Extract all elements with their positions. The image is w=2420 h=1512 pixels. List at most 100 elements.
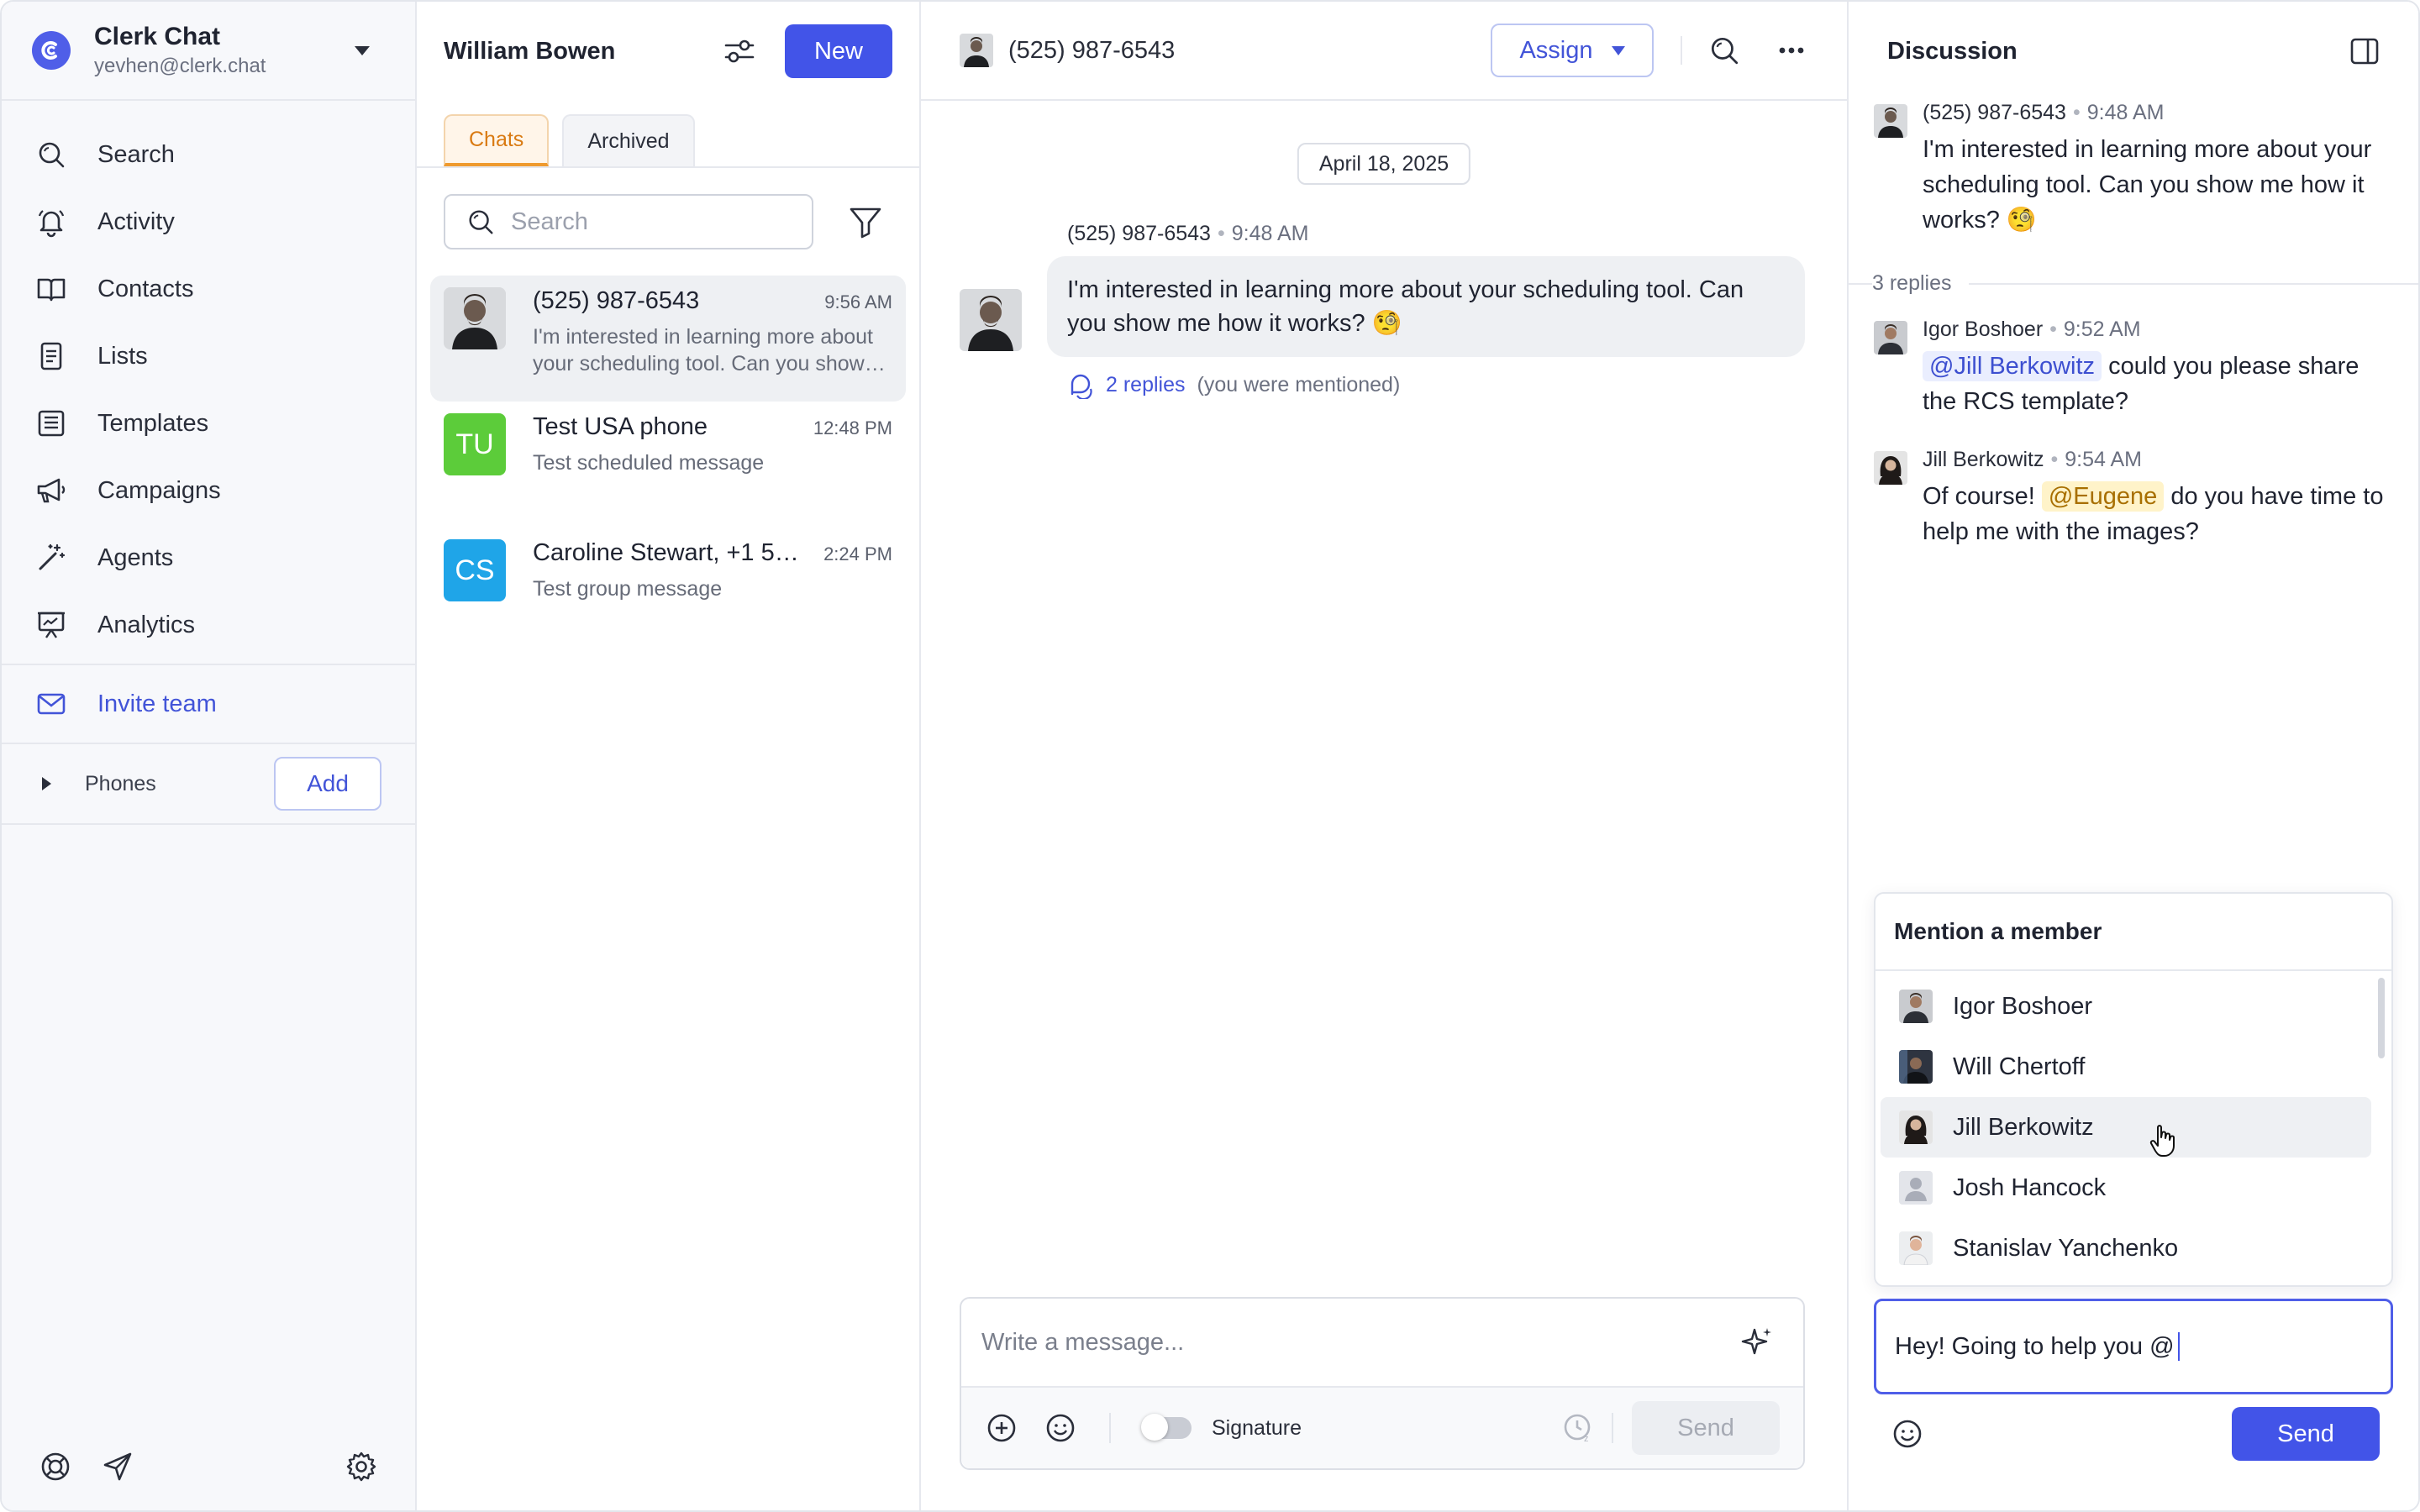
contact-avatar: TU xyxy=(444,413,506,475)
new-conversation-button[interactable]: New xyxy=(785,24,892,78)
default-avatar-icon xyxy=(1899,1171,1933,1205)
conversation-name: (525) 987-6543 xyxy=(533,287,700,314)
search-input[interactable] xyxy=(511,207,763,236)
message-input[interactable] xyxy=(981,1328,1739,1357)
nav-item-agents[interactable]: Agents xyxy=(2,524,415,591)
send-reply-button[interactable]: Send xyxy=(2232,1407,2380,1461)
filter-funnel-icon[interactable] xyxy=(847,203,884,240)
conversation-time: 12:48 PM xyxy=(813,417,892,438)
conversation-time: 2:24 PM xyxy=(823,543,892,564)
chevron-down-icon[interactable] xyxy=(355,45,370,55)
thread-icon xyxy=(1071,374,1092,399)
member-name: Josh Hancock xyxy=(1953,1173,2107,1201)
conversation-preview: Test group message xyxy=(533,577,723,601)
conversation-item[interactable]: TU Test USA phone 12:48 PM Test schedule… xyxy=(430,402,906,528)
thread-replies: 2 replies (you were mentioned) xyxy=(1067,370,1805,399)
chat-panel: (525) 987-6543 Assign April 18, 2025 (52… xyxy=(921,2,1849,1510)
scrollbar[interactable] xyxy=(2378,978,2385,1058)
conversation-item[interactable]: CS Caroline Stewart, +1 555-123-4567 2:2… xyxy=(430,528,906,654)
contact-avatar: CS xyxy=(444,539,506,601)
conversation-list-header: William Bowen New xyxy=(417,2,919,101)
ai-sparkle-icon[interactable] xyxy=(1739,1325,1775,1360)
reply-input[interactable]: Hey! Going to help you @ xyxy=(1874,1299,2393,1394)
nav-label: Campaigns xyxy=(97,476,221,504)
search-icon xyxy=(39,142,65,168)
sidebar-footer xyxy=(2,1441,415,1492)
member-option[interactable]: Stanislav Yanchenko xyxy=(1881,1218,2371,1278)
workspace-switcher[interactable]: Clerk Chat yevhen@clerk.chat xyxy=(2,2,415,101)
member-option[interactable]: Josh Hancock xyxy=(1881,1158,2371,1218)
member-avatar xyxy=(1899,990,1933,1023)
nav-label: Lists xyxy=(97,342,148,370)
discussion-title: Discussion xyxy=(1887,37,2018,65)
discussion-header: Discussion xyxy=(1849,2,2418,101)
search-icon xyxy=(469,210,493,234)
member-option[interactable]: Igor Boshoer xyxy=(1881,976,2371,1037)
message-time: 9:48 AM xyxy=(1231,222,1309,245)
nav-item-lists[interactable]: Lists xyxy=(2,323,415,390)
nav-item-activity[interactable]: Activity xyxy=(2,188,415,255)
member-name: Will Chertoff xyxy=(1953,1053,2086,1080)
conversation-item[interactable]: (525) 987-6543 9:56 AM I'm interested in… xyxy=(430,276,906,402)
add-attachment-icon[interactable] xyxy=(985,1411,1018,1445)
replies-link[interactable]: 2 replies xyxy=(1106,373,1186,397)
message-time: 9:54 AM xyxy=(2065,448,2142,471)
nav-item-templates[interactable]: Templates xyxy=(2,390,415,457)
gear-icon[interactable] xyxy=(345,1450,378,1483)
conversation-preview: I'm interested in learning more about yo… xyxy=(533,325,873,375)
send-feedback-icon[interactable] xyxy=(101,1450,134,1483)
invite-team-link[interactable]: Invite team xyxy=(2,665,415,743)
more-options-icon[interactable] xyxy=(1775,34,1808,67)
mention-tag[interactable]: @Eugene xyxy=(2041,481,2165,512)
nav-label: Search xyxy=(97,140,175,168)
chat-title: (525) 987-6543 xyxy=(1008,36,1176,64)
sender-avatar xyxy=(960,289,1022,351)
signature-toggle[interactable] xyxy=(1141,1414,1192,1441)
nav-label: Contacts xyxy=(97,275,194,302)
search-icon[interactable] xyxy=(1707,34,1741,67)
thread-reply: Igor Boshoer • 9:52 AM @Jill Berkowitz cou… xyxy=(1849,318,2418,419)
emoji-icon[interactable] xyxy=(1044,1411,1077,1445)
message-text: I'm interested in learning more about yo… xyxy=(1923,136,2372,234)
assign-button[interactable]: Assign xyxy=(1491,24,1654,77)
member-option[interactable]: Jill Berkowitz xyxy=(1881,1097,2371,1158)
member-list: Igor Boshoer Will Chertoff Jill Berkowit… xyxy=(1876,971,2391,1278)
conversation-list-panel: William Bowen New Chats Archived (525) 9… xyxy=(417,2,921,1510)
nav-item-campaigns[interactable]: Campaigns xyxy=(2,457,415,524)
message-time: 9:52 AM xyxy=(2063,318,2141,341)
reply-input-value: Hey! Going to help you @ xyxy=(1895,1332,2175,1360)
member-option[interactable]: Will Chertoff xyxy=(1881,1037,2371,1097)
nav-label: Agents xyxy=(97,543,174,571)
date-divider: April 18, 2025 xyxy=(1297,143,1471,185)
expand-caret-icon[interactable] xyxy=(42,777,51,790)
template-icon xyxy=(38,410,65,437)
lifebuoy-icon[interactable] xyxy=(39,1450,72,1483)
discussion-panel: Discussion (525) 987-6543 • 9:48 AM I'm in… xyxy=(1849,2,2418,1510)
mention-note: (you were mentioned) xyxy=(1197,372,1401,396)
message-time: 9:48 AM xyxy=(2086,101,2165,124)
panel-toggle-icon[interactable] xyxy=(2348,34,2381,68)
member-name: Jill Berkowitz xyxy=(1953,1113,2094,1141)
presentation-icon xyxy=(38,612,65,638)
bell-icon xyxy=(38,210,65,238)
sliders-icon[interactable] xyxy=(723,34,756,68)
message: (525) 987-6543 • 9:48 AM I'm interested in… xyxy=(960,222,1805,399)
tab-archived[interactable]: Archived xyxy=(562,114,695,166)
nav-item-analytics[interactable]: Analytics xyxy=(2,591,415,659)
nav-label: Templates xyxy=(97,409,209,437)
book-icon xyxy=(37,278,66,302)
emoji-icon[interactable] xyxy=(1891,1417,1924,1451)
mention-tag[interactable]: @Jill Berkowitz xyxy=(1923,351,2102,381)
message-composer: Signature z Send xyxy=(960,1297,1805,1470)
nav-item-contacts[interactable]: Contacts xyxy=(2,255,415,323)
add-phone-button[interactable]: Add xyxy=(274,757,381,811)
member-avatar xyxy=(1899,1050,1933,1084)
nav-item-search[interactable]: Search xyxy=(2,121,415,188)
contact-avatar xyxy=(960,34,993,67)
clerk-logo-icon xyxy=(32,31,71,70)
send-button-disabled[interactable]: Send xyxy=(1632,1401,1780,1455)
schedule-clock-icon[interactable]: z xyxy=(1561,1411,1595,1445)
conversation-name: Caroline Stewart, +1 555-123-4567 xyxy=(533,539,810,566)
chat-header: (525) 987-6543 Assign xyxy=(921,2,1847,101)
tab-chats[interactable]: Chats xyxy=(444,114,550,166)
